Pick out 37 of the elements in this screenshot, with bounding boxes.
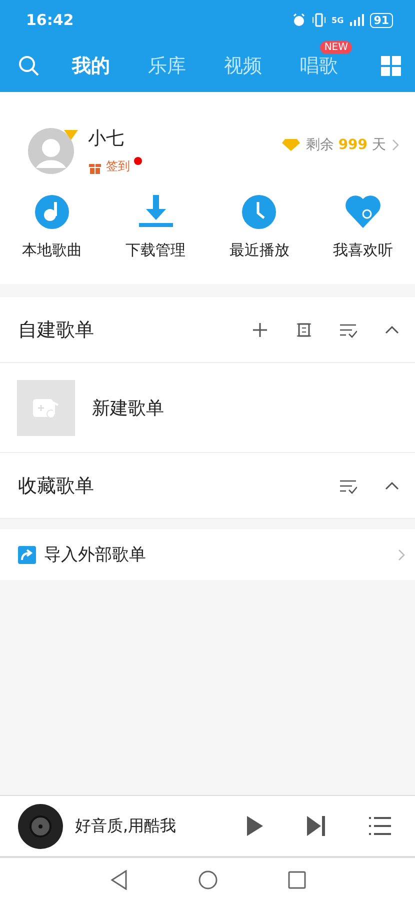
list-manage-icon[interactable] [295, 320, 313, 338]
user-name: 小七 [88, 127, 125, 150]
section-title: 收藏歌单 [18, 474, 94, 498]
add-music-icon [33, 396, 59, 418]
song-title: 好音质,用酷我 [75, 816, 176, 836]
status-time: 16:42 [26, 11, 74, 29]
home-icon[interactable] [198, 870, 218, 890]
vip-badge-icon [64, 130, 78, 140]
vinyl-record-icon [18, 804, 63, 848]
network-label: 5G [332, 16, 344, 24]
back-icon[interactable] [110, 870, 128, 890]
recents-icon[interactable] [288, 870, 306, 888]
signal-icon [350, 14, 364, 26]
music-note-icon [32, 193, 71, 231]
vibrate-icon [312, 13, 326, 27]
avatar-icon [28, 128, 74, 174]
grid-menu-icon[interactable] [381, 56, 401, 76]
shortcut-button[interactable]: 我喜欢听 [311, 193, 415, 260]
section-title: 自建歌单 [18, 318, 94, 342]
clock-icon [240, 193, 278, 231]
playlist-title[interactable]: 新建歌单 [92, 396, 164, 420]
shortcut-button[interactable]: 下载管理 [104, 193, 208, 260]
diamond-icon [282, 138, 300, 150]
alarm-icon [292, 13, 306, 27]
add-icon[interactable] [251, 320, 269, 338]
menu-icon[interactable] [369, 817, 391, 835]
shortcut-button[interactable]: 本地歌曲 [0, 193, 104, 260]
play-icon[interactable] [247, 816, 263, 836]
skip-next-icon[interactable] [307, 816, 325, 836]
chevron-right-icon [392, 138, 399, 150]
vip-remaining[interactable]: 剩余 999 天 [306, 136, 386, 154]
import-playlist-link[interactable]: 导入外部歌单 [44, 543, 146, 566]
search-icon[interactable] [18, 55, 40, 77]
battery-level: 91 [370, 12, 393, 28]
new-badge: NEW [320, 41, 352, 54]
shortcut-button[interactable]: 最近播放 [208, 193, 312, 260]
chevron-right-icon [398, 548, 405, 560]
